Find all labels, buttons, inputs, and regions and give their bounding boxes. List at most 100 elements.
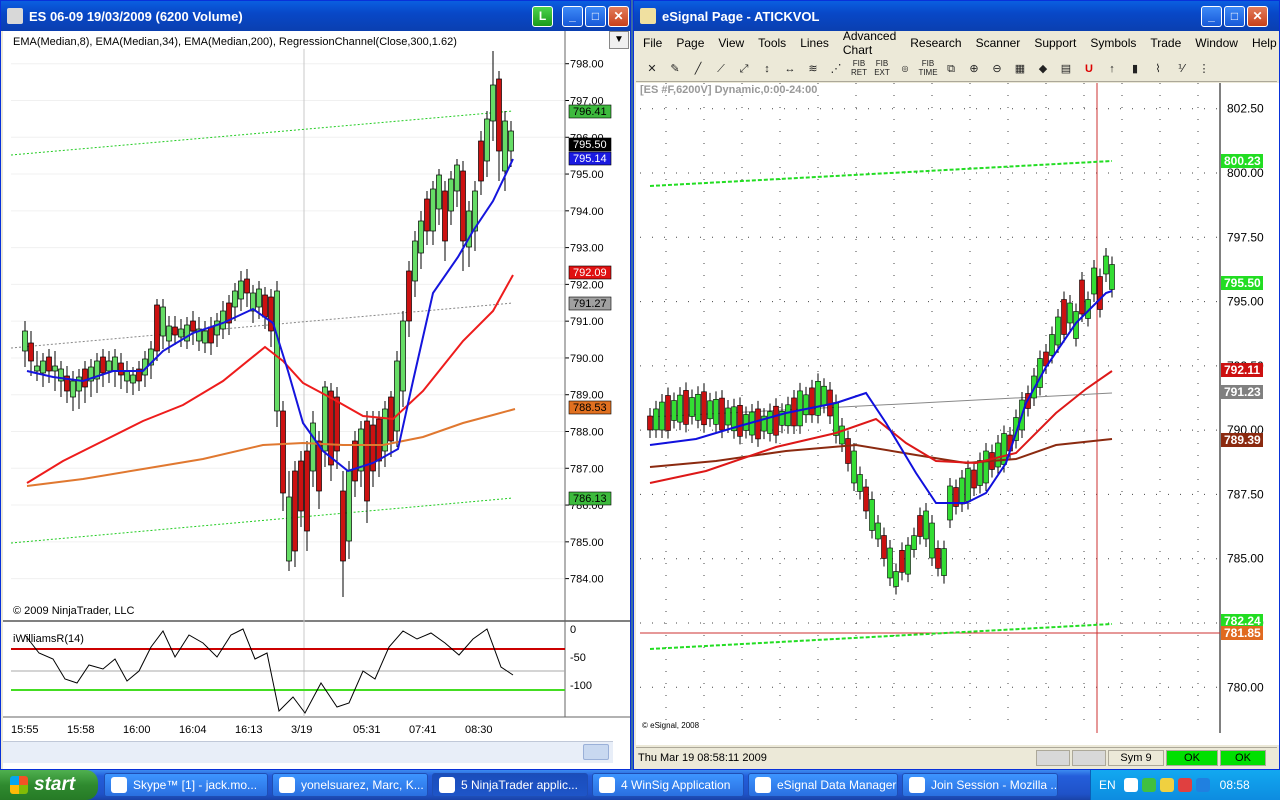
tray-icon-2[interactable] xyxy=(1141,778,1156,792)
esignal-candles xyxy=(647,248,1115,595)
magnet-icon[interactable]: U xyxy=(1079,59,1099,79)
candle xyxy=(190,311,196,345)
tray-icon-3[interactable] xyxy=(1159,778,1174,792)
fib-extension-icon[interactable]: FIB EXT xyxy=(872,59,892,79)
copy-icon[interactable]: ⧉ xyxy=(941,59,961,79)
windows-logo-icon xyxy=(10,776,28,794)
grid-icon[interactable]: ▦ xyxy=(1010,59,1030,79)
cursor-tool-icon[interactable]: ✕ xyxy=(642,59,662,79)
dropdown-arrow-button[interactable]: ▼ xyxy=(609,31,629,49)
menu-file[interactable]: File xyxy=(643,36,662,50)
ninjatrader-window: ES 06-09 19/03/2009 (6200 Volume) L _ □ … xyxy=(0,0,631,770)
taskbar-item[interactable]: eSignal Data Manager xyxy=(748,773,898,797)
candle xyxy=(436,169,442,225)
line-tool-icon[interactable]: ╱ xyxy=(688,59,708,79)
menu-lines[interactable]: Lines xyxy=(800,36,829,50)
winsig-icon xyxy=(599,777,615,793)
extended-line-icon[interactable]: ⤢ xyxy=(734,59,754,79)
zoom-out-icon[interactable]: ⊖ xyxy=(987,59,1007,79)
menu-help[interactable]: Help xyxy=(1252,36,1277,50)
menu-symbols[interactable]: Symbols xyxy=(1090,36,1136,50)
candle xyxy=(695,386,701,429)
symbol-count: Sym 9 xyxy=(1108,749,1164,766)
candle xyxy=(448,171,454,225)
properties-icon[interactable]: ▤ xyxy=(1056,59,1076,79)
esignal-channel-lower xyxy=(649,623,1113,650)
candle xyxy=(82,361,88,403)
menu-scanner[interactable]: Scanner xyxy=(976,36,1021,50)
arrow-up-icon[interactable]: ↑ xyxy=(1102,59,1122,79)
taskbar: start Skype™ [1] - jack.mo... yonelsuarez… xyxy=(0,770,1280,800)
price-tag: 796.41 xyxy=(568,104,612,119)
start-button[interactable]: start xyxy=(0,770,98,800)
candle xyxy=(1061,291,1067,343)
pitchfork-icon[interactable]: ⋰ xyxy=(826,59,846,79)
zoom-in-icon[interactable]: ⊕ xyxy=(964,59,984,79)
line-style-icon[interactable]: ⌇ xyxy=(1148,59,1168,79)
candle xyxy=(112,349,118,387)
price-tick-label: 792.00 xyxy=(570,279,604,291)
scrollbar-thumb[interactable] xyxy=(583,744,609,760)
menu-advanced-chart[interactable]: Advanced Chart xyxy=(843,29,896,57)
candle xyxy=(364,411,370,523)
esignal-icon xyxy=(755,777,771,793)
candle xyxy=(94,353,100,393)
pencil-tool-icon[interactable]: ✎ xyxy=(665,59,685,79)
more-tools-icon[interactable]: ⋮ xyxy=(1194,59,1214,79)
esignal-close-button[interactable]: ✕ xyxy=(1247,6,1268,27)
channel-tool-icon[interactable]: ≋ xyxy=(803,59,823,79)
esignal-maximize-button[interactable]: □ xyxy=(1224,6,1245,27)
language-indicator[interactable]: EN xyxy=(1099,778,1116,792)
esignal-ema-200-line xyxy=(649,438,1113,468)
taskbar-item[interactable]: 5 NinjaTrader applic... xyxy=(432,773,588,797)
vertical-line-icon[interactable]: ↕ xyxy=(757,59,777,79)
menu-view[interactable]: View xyxy=(718,36,744,50)
menu-research[interactable]: Research xyxy=(910,36,961,50)
time-tick-label: 15:58 xyxy=(67,724,95,736)
candle xyxy=(478,131,484,195)
taskbar-item[interactable]: yonelsuarez, Marc, K... xyxy=(272,773,428,797)
candle xyxy=(34,351,40,381)
candle xyxy=(743,406,749,439)
williams-tick-label: 0 xyxy=(570,624,576,636)
menu-page[interactable]: Page xyxy=(676,36,704,50)
price-tick-label: 794.00 xyxy=(570,206,604,218)
tray-icon-4[interactable] xyxy=(1177,778,1192,792)
fib-time-icon[interactable]: FIB TIME xyxy=(918,59,938,79)
taskbar-item[interactable]: Join Session - Mozilla ... xyxy=(902,773,1058,797)
eraser-icon[interactable]: ◆ xyxy=(1033,59,1053,79)
esignal-minimize-button[interactable]: _ xyxy=(1201,6,1222,27)
esignal-price-tag-label: 781.85 xyxy=(1224,626,1261,640)
menu-window[interactable]: Window xyxy=(1195,36,1238,50)
candle xyxy=(460,161,466,271)
esignal-titlebar[interactable]: eSignal Page - ATICKVOL xyxy=(634,1,1279,31)
bar-style-icon[interactable]: ▮ xyxy=(1125,59,1145,79)
tray-icon-5[interactable] xyxy=(1195,778,1210,792)
minimize-button[interactable]: _ xyxy=(562,6,583,27)
menu-support[interactable]: Support xyxy=(1034,36,1076,50)
horizontal-line-icon[interactable]: ↔ xyxy=(780,59,800,79)
menu-trade[interactable]: Trade xyxy=(1150,36,1181,50)
horizontal-scrollbar[interactable] xyxy=(3,741,613,763)
clock[interactable]: 08:58 xyxy=(1220,778,1250,792)
price-tick-label: 787.00 xyxy=(570,463,604,475)
candle xyxy=(154,299,160,361)
candle xyxy=(412,231,418,297)
williams-r-label: iWilliamsR(14) xyxy=(13,633,84,645)
esignal-chart-area[interactable]: [ES #F,6200V] Dynamic,0:00-24:00 © eSign… xyxy=(636,83,1279,745)
maximize-button[interactable]: □ xyxy=(585,6,606,27)
candle xyxy=(208,317,214,355)
fib-arc-icon[interactable]: ◎ xyxy=(895,59,915,79)
start-label: start xyxy=(34,774,76,795)
close-button[interactable]: ✕ xyxy=(608,6,629,27)
tray-icon-1[interactable] xyxy=(1123,778,1138,792)
link-button[interactable]: L xyxy=(532,6,553,27)
ray-tool-icon[interactable]: ⟋ xyxy=(711,59,731,79)
menu-tools[interactable]: Tools xyxy=(758,36,786,50)
fib-retracement-icon[interactable]: FIB RET xyxy=(849,59,869,79)
taskbar-item[interactable]: 4 WinSig Application xyxy=(592,773,744,797)
candle xyxy=(220,301,226,339)
scale-icon[interactable]: ⅟ xyxy=(1171,59,1191,79)
ninja-chart-area[interactable]: EMA(Median,8), EMA(Median,34), EMA(Media… xyxy=(3,31,630,769)
taskbar-item[interactable]: Skype™ [1] - jack.mo... xyxy=(104,773,268,797)
